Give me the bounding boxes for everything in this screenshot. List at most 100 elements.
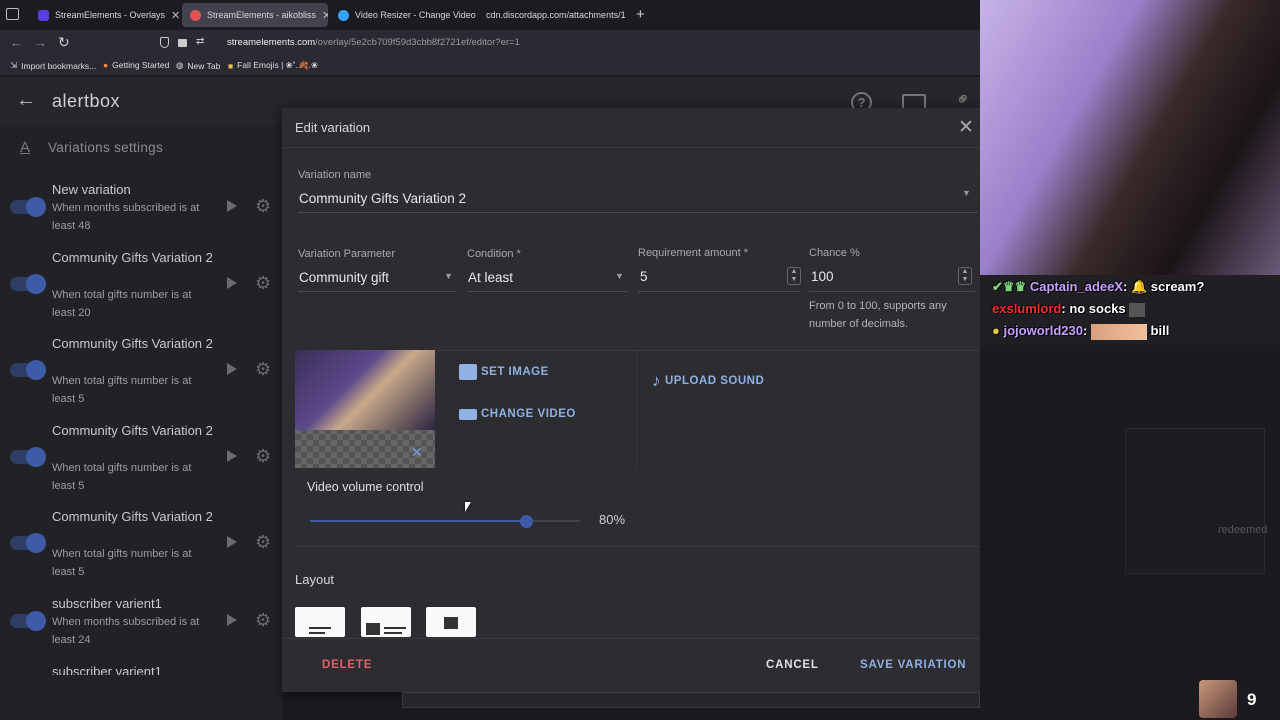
change-video-label: CHANGE VIDEO [481, 408, 576, 420]
variation-item[interactable]: subscriber varient1 [0, 663, 282, 675]
variation-description: When months subscribed is at least 24 [52, 616, 200, 646]
layout-option-text[interactable] [295, 607, 345, 637]
bookmark-fall-emojis[interactable]: ■ Fall Emojis | ❀˚.🍂.❀ [228, 60, 318, 71]
variation-toggle[interactable] [10, 274, 46, 294]
chance-input[interactable]: 100 [811, 269, 834, 284]
variation-item[interactable]: Community Gifts Variation 2 When total g… [0, 422, 282, 502]
variation-toggle[interactable] [10, 447, 46, 467]
bookmark-new-tab[interactable]: ◍ New Tab [176, 60, 220, 71]
tab-list-icon[interactable] [6, 8, 19, 20]
variation-parameter-select[interactable]: Community gift [299, 270, 389, 285]
tab-overlays[interactable]: StreamElements - Overlays ✕ [30, 3, 180, 27]
requirement-amount-input[interactable]: 5 [640, 269, 648, 284]
play-icon[interactable] [227, 277, 237, 289]
video-camera-icon [459, 408, 477, 420]
gear-icon[interactable]: ⚙ [255, 197, 271, 215]
delete-button[interactable]: DELETE [322, 659, 372, 671]
variation-toggle[interactable] [10, 533, 46, 553]
layout-option-image-left[interactable] [361, 607, 411, 637]
close-tab-icon[interactable]: ✕ [171, 9, 180, 22]
variation-toggle[interactable] [10, 360, 46, 380]
gear-icon[interactable]: ⚙ [255, 274, 271, 292]
tab-aikobliss[interactable]: StreamElements - aikobliss ✕ [182, 3, 328, 27]
chevron-down-icon[interactable]: ▼ [444, 271, 453, 281]
lock-icon[interactable] [178, 39, 187, 47]
font-icon: A [20, 139, 31, 156]
set-image-label: SET IMAGE [481, 366, 549, 378]
firefox-icon: ● [103, 60, 109, 70]
variation-name-input[interactable]: Community Gifts Variation 2 [299, 191, 969, 206]
chevron-down-icon[interactable]: ▼ [962, 188, 971, 198]
variation-item[interactable]: subscriber varient1 When months subscrib… [0, 595, 282, 655]
play-icon[interactable] [227, 363, 237, 375]
video-preview[interactable]: ✕ [295, 350, 435, 468]
variation-item[interactable]: Community Gifts Variation 2 When total g… [0, 335, 282, 415]
variation-description: When total gifts number is at least 5 [52, 462, 192, 492]
import-icon: ⇲ [10, 60, 18, 70]
variations-sidebar: A Variations settings New variation When… [0, 127, 282, 720]
play-icon[interactable] [227, 614, 237, 626]
permissions-icon[interactable]: ⇄ [196, 36, 204, 47]
slider-thumb[interactable] [520, 515, 533, 528]
change-video-button[interactable]: CHANGE VIDEO [459, 408, 576, 420]
folder-icon: ■ [228, 60, 234, 71]
new-tab-button[interactable]: + [636, 6, 645, 23]
condition-select[interactable]: At least [468, 270, 513, 285]
editor-bottom-bar [402, 692, 980, 708]
play-icon[interactable] [227, 536, 237, 548]
back-icon[interactable]: ← [10, 35, 23, 50]
browser-tab-bar: StreamElements - Overlays ✕ StreamElemen… [0, 0, 980, 30]
stepper-icon[interactable]: ▲ ▼ [787, 267, 801, 285]
variation-title: subscriber varient1 [52, 596, 162, 611]
mouse-cursor [465, 502, 471, 512]
stream-overlay-area: redeemed 9 [980, 0, 1280, 720]
tab-video-resizer[interactable]: Video Resizer - Change Video R [330, 3, 476, 27]
shield-icon[interactable] [160, 37, 169, 48]
chevron-down-icon[interactable]: ▼ [615, 271, 624, 281]
stepper-icon[interactable]: ▲ ▼ [958, 267, 972, 285]
gear-icon[interactable]: ⚙ [255, 611, 271, 629]
chat-message: exslumlord: no socks [992, 301, 1146, 317]
close-icon[interactable]: ✕ [958, 116, 974, 139]
variation-item[interactable]: Community Gifts Variation 2 When total g… [0, 249, 282, 329]
variation-item[interactable]: New variation When months subscribed is … [0, 180, 282, 240]
upload-sound-button[interactable]: ♪ UPLOAD SOUND [652, 371, 764, 391]
tab-discord-cdn[interactable]: cdn.discordapp.com/attachments/1 ✕ [478, 3, 628, 27]
variation-item[interactable]: Community Gifts Variation 2 When total g… [0, 508, 282, 588]
variation-description: When months subscribed is at least 48 [52, 202, 200, 232]
gear-icon[interactable]: ⚙ [255, 533, 271, 551]
volume-slider[interactable] [310, 515, 580, 528]
forward-icon[interactable]: → [34, 35, 47, 50]
bookmark-label: Getting Started [112, 60, 170, 70]
cancel-button[interactable]: CANCEL [766, 659, 819, 671]
badge-icons: ● [992, 323, 1000, 338]
chance-label: Chance % [809, 247, 860, 259]
divider [282, 638, 994, 639]
viewer-avatar [1199, 680, 1237, 718]
divider [636, 350, 637, 468]
variation-toggle[interactable] [10, 611, 46, 631]
reload-icon[interactable]: ↻ [58, 34, 70, 51]
layout-option-image-top[interactable] [426, 607, 476, 637]
remove-video-icon[interactable]: ✕ [411, 444, 423, 461]
gear-icon[interactable]: ⚙ [255, 360, 271, 378]
url-path: /overlay/5e2cb709f59d3cbb8f2721ef/editor… [315, 37, 520, 48]
set-image-button[interactable]: SET IMAGE [459, 364, 549, 380]
bookmark-getting-started[interactable]: ● Getting Started [103, 60, 169, 70]
save-variation-button[interactable]: SAVE VARIATION [860, 659, 966, 671]
play-icon[interactable] [227, 200, 237, 212]
variation-toggle[interactable] [10, 197, 46, 217]
chance-help-text: From 0 to 100, supports any number of de… [809, 300, 947, 330]
input-underline [298, 291, 456, 292]
back-arrow-icon[interactable]: ← [16, 89, 36, 112]
music-note-icon: ♪ [652, 371, 661, 390]
variation-parameter-label: Variation Parameter [298, 248, 396, 260]
url-bar[interactable]: streamelements.com/overlay/5e2cb709f59d3… [227, 37, 520, 48]
chat-text: scream? [1150, 279, 1205, 294]
gear-icon[interactable]: ⚙ [255, 447, 271, 465]
close-tab-icon[interactable]: ✕ [322, 9, 328, 22]
play-icon[interactable] [227, 450, 237, 462]
variation-title: New variation [52, 182, 131, 197]
bookmark-import[interactable]: ⇲ Import bookmarks... [10, 60, 96, 71]
variation-title: Community Gifts Variation 2 [52, 336, 213, 351]
